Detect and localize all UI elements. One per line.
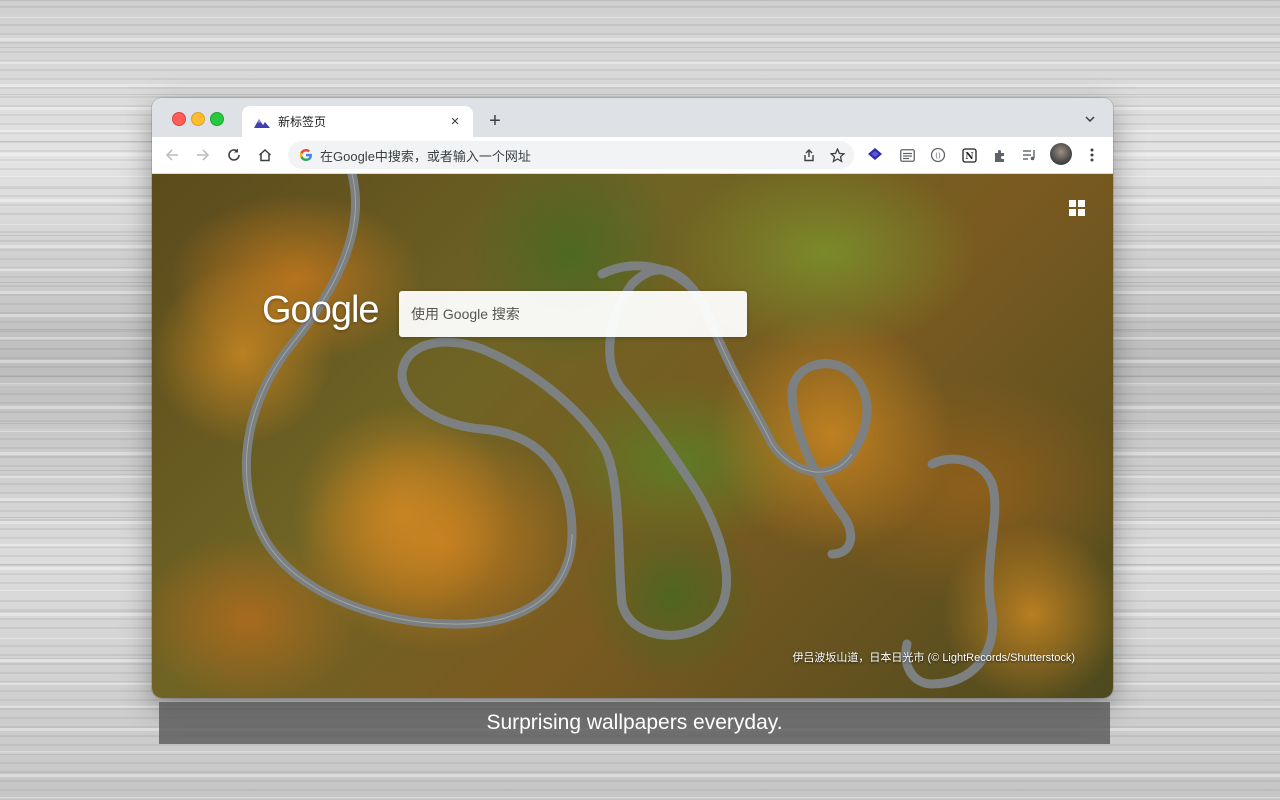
avatar[interactable] (1050, 143, 1072, 165)
google-g-icon (298, 147, 314, 163)
reload-icon (228, 148, 240, 161)
svg-text:N: N (965, 152, 973, 162)
home-icon (258, 148, 272, 162)
google-logo: Google (262, 289, 380, 331)
bookmark-button[interactable] (826, 144, 848, 166)
vpn-extension-icon[interactable]: () (928, 145, 948, 165)
wallpaper-image (152, 174, 1113, 698)
home-button[interactable] (253, 143, 277, 167)
close-window-button[interactable] (172, 112, 186, 126)
search-box[interactable] (399, 291, 747, 337)
search-input[interactable] (409, 305, 747, 323)
new-tab-page: Google 伊吕波坂山道，日本日光市 (© LightRecords/Shut… (152, 174, 1113, 698)
arrow-left-icon (165, 149, 178, 161)
reload-button[interactable] (222, 143, 246, 167)
tab-title: 新标签页 (278, 115, 327, 129)
puzzle-icon[interactable] (990, 145, 1010, 165)
arrow-right-icon (197, 149, 210, 161)
share-button[interactable] (798, 144, 820, 166)
media-icon[interactable] (1020, 145, 1040, 165)
mountain-icon (254, 114, 270, 130)
caption-bar: Surprising wallpapers everyday. (159, 702, 1110, 744)
photo-credit[interactable]: 伊吕波坂山道，日本日光市 (© LightRecords/Shutterstoc… (792, 649, 1075, 665)
zoom-window-button[interactable] (210, 112, 224, 126)
star-icon (829, 147, 845, 163)
back-button[interactable] (160, 143, 184, 167)
toolbar: 在Google中搜索，或者输入一个网址 () N (152, 137, 1113, 174)
new-tab-button[interactable]: + (484, 110, 506, 132)
caption-text: Surprising wallpapers everyday. (486, 711, 783, 734)
minimize-window-button[interactable] (191, 112, 205, 126)
chevron-down-icon (1085, 116, 1095, 122)
reader-extension-icon[interactable] (897, 145, 917, 165)
address-bar[interactable]: 在Google中搜索，或者输入一个网址 (288, 141, 854, 169)
browser-window: 新标签页 × + 在Google中搜索，或者输入一个网址 () N Google… (152, 98, 1113, 698)
address-bar-text: 在Google中搜索，或者输入一个网址 (320, 148, 531, 164)
title-bar: 新标签页 × + (152, 98, 1113, 137)
more-vertical-icon[interactable] (1082, 145, 1102, 165)
share-icon (804, 149, 814, 162)
tab-search-button[interactable] (1081, 110, 1099, 128)
apps-grid-icon[interactable] (1069, 200, 1085, 216)
close-tab-button[interactable]: × (445, 112, 465, 132)
svg-text:(): () (935, 152, 941, 160)
tab-new-tab[interactable]: 新标签页 × (242, 106, 473, 137)
notion-icon[interactable]: N (959, 145, 979, 165)
forward-button[interactable] (191, 143, 215, 167)
layers-extension-icon[interactable] (865, 145, 885, 165)
